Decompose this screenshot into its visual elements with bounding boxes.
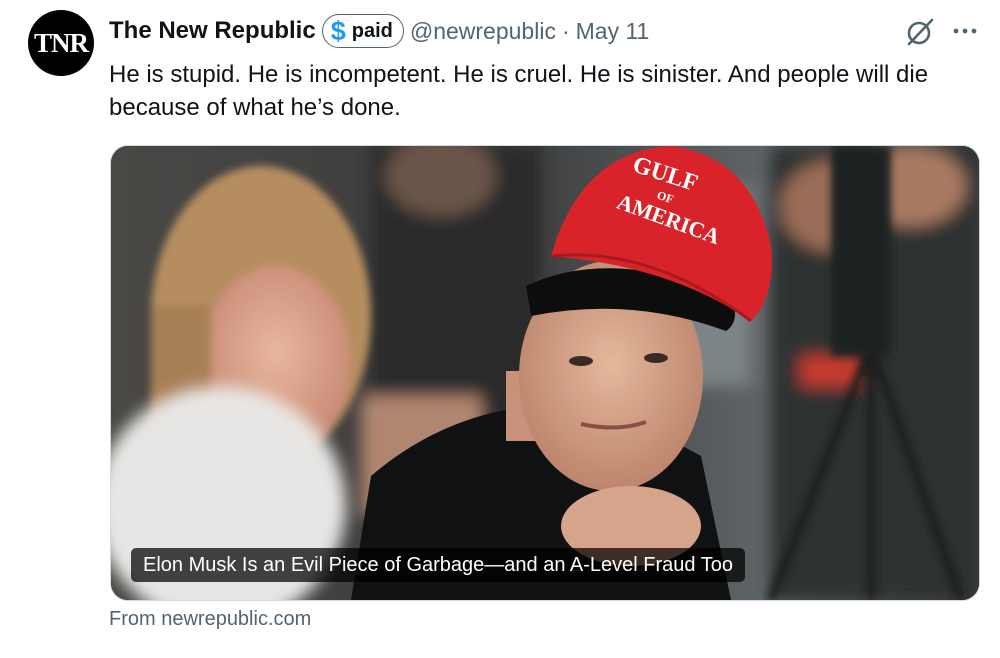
author-handle[interactable]: @newrepublic	[410, 18, 556, 45]
more-icon[interactable]	[950, 16, 980, 46]
paid-badge-label: paid	[351, 19, 393, 42]
separator-dot: ·	[561, 17, 570, 44]
grok-icon[interactable]	[904, 16, 936, 48]
link-card[interactable]: GULF OF AMERICA Elon Musk Is an Evil Pie…	[110, 145, 980, 601]
tweet-text: He is stupid. He is incompetent. He is c…	[109, 61, 929, 121]
card-title[interactable]: Elon Musk Is an Evil Piece of Garbage—an…	[131, 548, 745, 582]
post-date[interactable]: May 11	[576, 18, 650, 45]
author-name[interactable]: The New Republic	[109, 17, 316, 45]
article-photo: GULF OF AMERICA	[111, 146, 979, 600]
dollar-icon: $	[330, 15, 346, 46]
tweet-header: The New Republic $ paid @newrepublic · M…	[109, 12, 649, 50]
avatar-logo-text: TNR	[33, 27, 89, 58]
card-source[interactable]: From newrepublic.com	[109, 608, 311, 631]
paid-badge[interactable]: $ paid	[321, 14, 404, 48]
avatar[interactable]: TNR	[28, 10, 94, 76]
